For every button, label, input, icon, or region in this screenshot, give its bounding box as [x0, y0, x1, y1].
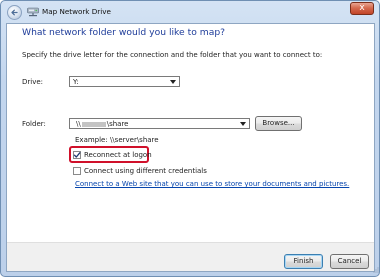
title-bar: Map Network Drive x [1, 1, 379, 23]
resize-grip-icon[interactable] [373, 267, 379, 273]
network-drive-icon [27, 7, 39, 17]
dialog-content [6, 23, 375, 272]
folder-label: Folder: [22, 120, 46, 128]
web-site-link[interactable]: Connect to a Web site that you can use t… [75, 180, 349, 188]
folder-value-prefix: \\ [76, 120, 81, 128]
chevron-down-icon [240, 122, 246, 126]
drive-select[interactable]: Y: [69, 76, 180, 87]
checkbox-box [73, 167, 81, 175]
folder-input[interactable]: \\ \share [69, 118, 250, 129]
drive-value: Y: [73, 78, 79, 86]
finish-button[interactable]: Finish [284, 254, 323, 269]
different-credentials-label: Connect using different credentials [84, 167, 207, 175]
back-arrow-icon [11, 9, 18, 16]
drive-label: Drive: [22, 78, 44, 86]
close-button[interactable]: x [350, 2, 374, 15]
close-icon: x [359, 3, 365, 13]
cancel-button[interactable]: Cancel [330, 254, 369, 269]
dialog-window: Map Network Drive x What network folder … [0, 0, 380, 277]
folder-value-suffix: \share [106, 120, 129, 128]
back-button[interactable] [7, 5, 22, 20]
checkmark-icon [73, 152, 81, 158]
folder-value: \\ \share [76, 120, 128, 129]
window-title: Map Network Drive [42, 7, 111, 16]
page-heading: What network folder would you like to ma… [22, 27, 226, 38]
chevron-down-icon [170, 80, 176, 84]
browse-button[interactable]: Browse... [255, 116, 302, 131]
instruction-text: Specify the drive letter for the connect… [22, 51, 323, 59]
reconnect-label: Reconnect at logon [84, 151, 152, 159]
checkbox-box [73, 151, 81, 159]
example-text: Example: \\server\share [75, 136, 159, 144]
redacted-server-name [81, 121, 106, 127]
